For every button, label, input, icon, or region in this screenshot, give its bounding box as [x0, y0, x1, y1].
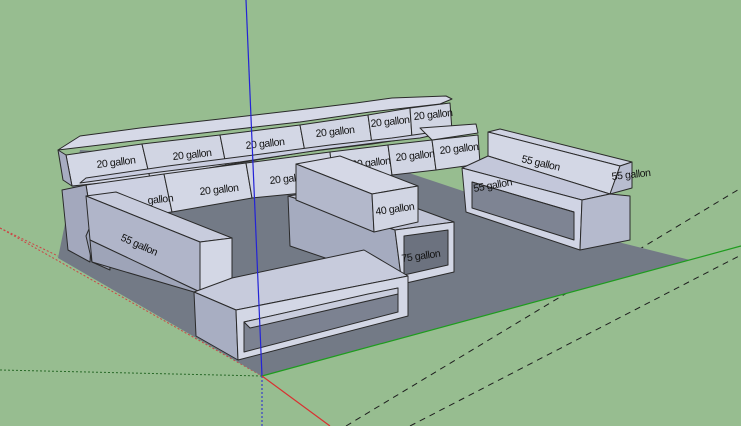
red-axis: [261, 375, 331, 426]
red-axis-back: [0, 227, 59, 257]
sketchup-viewport[interactable]: 20 gallon 20 gallon 20 gallon 20 gallon …: [0, 0, 741, 426]
model-scene[interactable]: 20 gallon 20 gallon 20 gallon 20 gallon …: [0, 0, 741, 426]
green-axis-negative: [0, 369, 263, 377]
